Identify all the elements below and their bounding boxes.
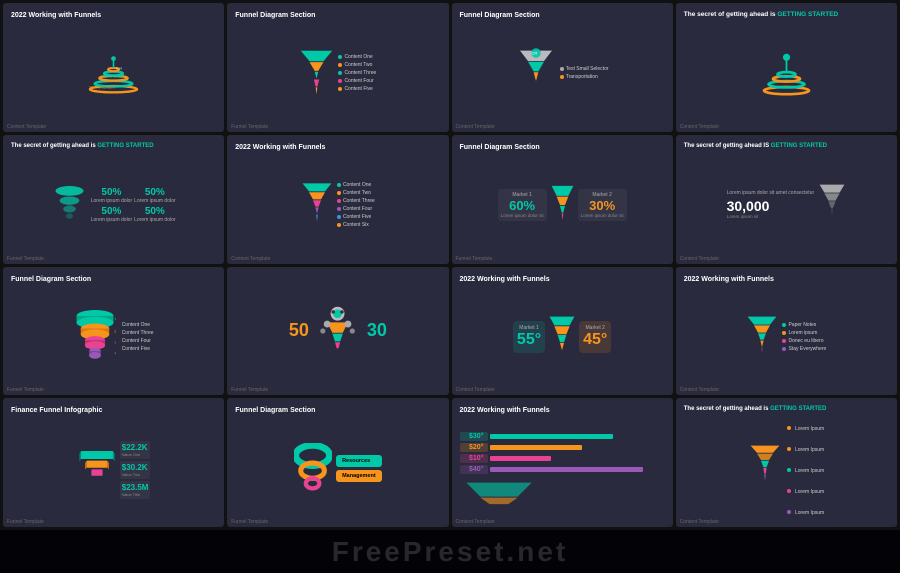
- svg-text:Start 2 content: Start 2 content: [102, 75, 125, 79]
- slide-16[interactable]: The secret of getting ahead is GETTING S…: [676, 398, 897, 527]
- slide-11-label: Content Template: [456, 387, 495, 393]
- slide-9-visual: 10% 20% 30% 40% Content One Content Thre…: [11, 287, 216, 388]
- slide-14-visual: Resources Management: [235, 418, 440, 519]
- slide-5[interactable]: The secret of getting ahead is GETTING S…: [3, 135, 224, 264]
- slide-14-label: Funnel Template: [231, 519, 268, 525]
- finance-funnel-icon: [77, 446, 117, 492]
- funnel-icon-15: [460, 478, 538, 506]
- svg-text:10%: 10%: [114, 318, 116, 322]
- funnel-icon-8: [818, 182, 846, 228]
- funnel-icon-2: [299, 49, 334, 97]
- slide-2-content-lines: Content One Content Two Content Three Co…: [338, 54, 376, 92]
- slide-3-label: Content Template: [456, 124, 495, 130]
- slide-8-visual: Lorem ipsum dolor sit amet consectetur 3…: [684, 154, 889, 256]
- slide-8-title: The secret of getting ahead IS GETTING S…: [684, 143, 889, 151]
- svg-text:End: End: [116, 66, 122, 70]
- slide-13-title: Finance Funnel Infographic: [11, 406, 216, 415]
- slide-16-content: Lorem Ipsum Lorem Ipsum Lorem Ipsum Lore…: [787, 417, 825, 519]
- slide-15-visual: $30° $20° $10° $40°: [460, 418, 665, 519]
- slide-6-label: Content Template: [231, 256, 270, 262]
- colored-funnel-icon: [749, 442, 781, 494]
- watermark-text: FreePreset.net: [332, 536, 569, 568]
- slide-12-label: Content Template: [680, 387, 719, 393]
- slide-16-label: Content Template: [680, 519, 719, 525]
- slide-7-label: Funnel Template: [456, 256, 493, 262]
- slide-3[interactable]: Funnel Diagram Section CR Text Small Sel…: [452, 3, 673, 132]
- robot-funnel-icon: [314, 305, 362, 357]
- slide-7-title: Funnel Diagram Section: [460, 143, 665, 152]
- slide-1-title: 2022 Working with Funnels: [11, 11, 216, 20]
- svg-text:40%: 40%: [114, 352, 116, 356]
- funnel-icon-11: [548, 314, 576, 360]
- slide-10[interactable]: 50 30: [227, 267, 448, 396]
- funnel-icon-3: CR: [516, 47, 556, 99]
- svg-text:30%: 30%: [114, 341, 116, 345]
- slide-14-title: Funnel Diagram Section: [235, 406, 440, 415]
- main-grid: 2022 Working with Funnels Start 1 conten…: [0, 0, 900, 530]
- slide-4-visual: [684, 22, 889, 123]
- funnel-3d-icon: 10% 20% 30% 40%: [74, 309, 116, 364]
- slide-7[interactable]: Funnel Diagram Section Market 1 60% Lore…: [452, 135, 673, 264]
- svg-text:CR: CR: [531, 51, 537, 56]
- slide-11-title: 2022 Working with Funnels: [460, 275, 665, 284]
- slide-9-content: Content One Content Three Content Four C…: [122, 322, 154, 352]
- slide-15-title: 2022 Working with Funnels: [460, 406, 665, 415]
- slide-5-title: The secret of getting ahead is GETTING S…: [11, 143, 216, 151]
- slide-6-title: 2022 Working with Funnels: [235, 143, 440, 152]
- slide-16-title: The secret of getting ahead is GETTING S…: [684, 406, 889, 414]
- slide-11[interactable]: 2022 Working with Funnels Market 1 55° M…: [452, 267, 673, 396]
- slide-12-title: 2022 Working with Funnels: [684, 275, 889, 284]
- spiral-icon: Start 1 content Start 2 content End: [86, 51, 141, 96]
- slide-9-title: Funnel Diagram Section: [11, 275, 216, 284]
- slide-1-label: Content Template: [7, 124, 46, 130]
- slide-4-label: Content Template: [680, 124, 719, 130]
- funnel-icon-12: [746, 314, 778, 360]
- slide-3-title: Funnel Diagram Section: [460, 11, 665, 20]
- slide-2-title: Funnel Diagram Section: [235, 11, 440, 20]
- slide-2-visual: Content One Content Two Content Three Co…: [235, 23, 440, 124]
- slide-15-label: Content Template: [456, 519, 495, 525]
- svg-text:Start 1 content: Start 1 content: [89, 84, 115, 89]
- funnel-rings-icon: [294, 443, 332, 495]
- slide-10-visual: 50 30: [235, 275, 440, 388]
- slide-3-visual: CR Text Small Selector Transportation: [460, 23, 665, 124]
- slide-7-visual: Market 1 60% Lorem ipsum dolor sit Marke…: [460, 155, 665, 256]
- slide-1[interactable]: 2022 Working with Funnels Start 1 conten…: [3, 3, 224, 132]
- funnel-icon-5: [52, 182, 87, 227]
- slide-5-visual: 50%Lorem ipsum dolor 50%Lorem ipsum dolo…: [11, 154, 216, 256]
- slide-1-visual: Start 1 content Start 2 content End: [11, 23, 216, 124]
- funnel-icon-7: [550, 184, 575, 226]
- svg-text:20%: 20%: [114, 330, 116, 334]
- slide-13[interactable]: Finance Funnel Infographic $22.2KValue O…: [3, 398, 224, 527]
- slide-2[interactable]: Funnel Diagram Section Content One Conte…: [227, 3, 448, 132]
- slide-3-content-lines: Text Small Selector Transportation: [560, 66, 609, 80]
- slide-10-label: Funnel Template: [231, 387, 268, 393]
- slide-9[interactable]: Funnel Diagram Section: [3, 267, 224, 396]
- slide-16-visual: Lorem Ipsum Lorem Ipsum Lorem Ipsum Lore…: [684, 417, 889, 519]
- slide-9-label: Funnel Template: [7, 387, 44, 393]
- slide-15[interactable]: 2022 Working with Funnels $30° $20° $10°…: [452, 398, 673, 527]
- slide-6[interactable]: 2022 Working with Funnels Content One Co…: [227, 135, 448, 264]
- slide-13-label: Funnel Template: [7, 519, 44, 525]
- slide-8-label: Content Template: [680, 256, 719, 262]
- slide-2-label: Funnel Template: [231, 124, 268, 130]
- slide-11-visual: Market 1 55° Market 2 45°: [460, 287, 665, 388]
- slide-5-label: Funnel Template: [7, 256, 44, 262]
- slide-13-visual: $22.2KValue One $30.2KValue Two $23.5MVa…: [11, 418, 216, 519]
- slide-6-content-lines: Content One Content Two Content Three Co…: [337, 182, 375, 228]
- slide-8[interactable]: The secret of getting ahead IS GETTING S…: [676, 135, 897, 264]
- funnel-icon-6: [301, 180, 333, 230]
- slide-4[interactable]: The secret of getting ahead is GETTING S…: [676, 3, 897, 132]
- watermark-bar: FreePreset.net: [0, 530, 900, 573]
- slide-12-content: Paper Notes Lorem ipsum Donec eu libero …: [782, 322, 826, 352]
- slide-12[interactable]: 2022 Working with Funnels Paper Notes Lo…: [676, 267, 897, 396]
- slide-4-title: The secret of getting ahead is GETTING S…: [684, 11, 889, 19]
- slide-14[interactable]: Funnel Diagram Section Resources Managem…: [227, 398, 448, 527]
- slide-6-visual: Content One Content Two Content Three Co…: [235, 155, 440, 256]
- slide-12-visual: Paper Notes Lorem ipsum Donec eu libero …: [684, 287, 889, 388]
- spiral-icon-4: [759, 51, 814, 96]
